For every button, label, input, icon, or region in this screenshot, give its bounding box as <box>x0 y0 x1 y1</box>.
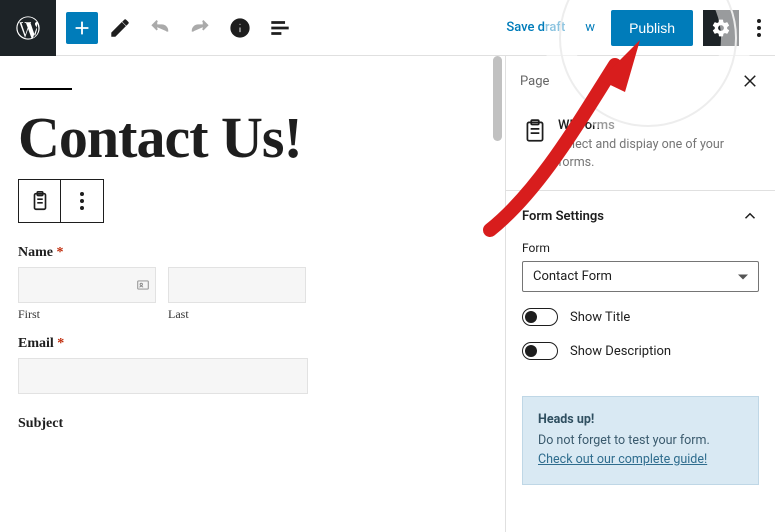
contact-card-icon <box>136 278 150 292</box>
show-description-label: Show Description <box>570 344 671 359</box>
form-settings-header[interactable]: Form Settings <box>506 191 775 241</box>
close-sidebar-button[interactable] <box>735 66 765 96</box>
form-select[interactable]: Contact Form <box>522 261 759 292</box>
redo-button[interactable] <box>182 10 218 46</box>
outline-icon <box>269 17 291 39</box>
first-sublabel: First <box>18 307 156 322</box>
form-select-label: Form <box>522 241 759 255</box>
redo-icon <box>189 17 211 39</box>
dots-vertical-icon <box>757 19 761 37</box>
gear-icon <box>711 18 731 38</box>
wordpress-icon <box>14 14 42 42</box>
form-select-value: Contact Form <box>533 269 612 284</box>
settings-button[interactable] <box>703 10 739 46</box>
more-options-button[interactable] <box>743 0 775 56</box>
page-title[interactable]: Contact Us! <box>18 104 493 171</box>
outline-button[interactable] <box>262 10 298 46</box>
wpforms-icon <box>522 118 548 144</box>
notice-heading: Heads up! <box>538 411 743 430</box>
tab-page[interactable]: Page <box>520 68 549 104</box>
last-sublabel: Last <box>168 307 306 322</box>
last-name-input[interactable] <box>168 267 306 303</box>
first-name-input[interactable] <box>18 267 156 303</box>
heads-up-notice: Heads up! Do not forget to test your for… <box>522 396 759 484</box>
wpforms-description: Select and display one of your forms. <box>558 136 759 172</box>
save-draft-button[interactable]: Save draft <box>496 12 575 43</box>
separator-block[interactable] <box>20 88 72 90</box>
pencil-icon <box>109 17 131 39</box>
chevron-up-icon <box>741 207 759 225</box>
notice-body: Do not forget to test your form. <box>538 433 710 448</box>
subject-field-label: Subject <box>18 416 493 432</box>
close-icon <box>741 72 759 90</box>
dots-vertical-icon <box>80 192 84 210</box>
block-toolbar <box>18 179 104 223</box>
show-title-label: Show Title <box>570 310 630 325</box>
show-description-toggle[interactable] <box>522 342 558 360</box>
wordpress-logo[interactable] <box>0 0 56 56</box>
block-more-button[interactable] <box>61 180 103 222</box>
email-input[interactable] <box>18 358 308 394</box>
info-button[interactable] <box>222 10 258 46</box>
edit-mode-button[interactable] <box>102 10 138 46</box>
undo-button[interactable] <box>142 10 178 46</box>
name-field-label: Name * <box>18 245 493 261</box>
show-title-toggle[interactable] <box>522 308 558 326</box>
editor-scrollbar[interactable] <box>493 56 502 141</box>
wpforms-title: WPForms <box>558 118 759 133</box>
preview-button[interactable]: w <box>575 12 605 43</box>
notice-guide-link[interactable]: Check out our complete guide! <box>538 452 707 467</box>
form-settings-title: Form Settings <box>522 209 604 224</box>
plus-icon <box>71 17 93 39</box>
add-block-button[interactable] <box>66 12 98 44</box>
clipboard-icon <box>29 190 51 212</box>
publish-button[interactable]: Publish <box>611 10 693 46</box>
block-type-button[interactable] <box>19 180 61 222</box>
info-icon <box>229 17 251 39</box>
email-field-label: Email * <box>18 336 493 352</box>
undo-icon <box>149 17 171 39</box>
